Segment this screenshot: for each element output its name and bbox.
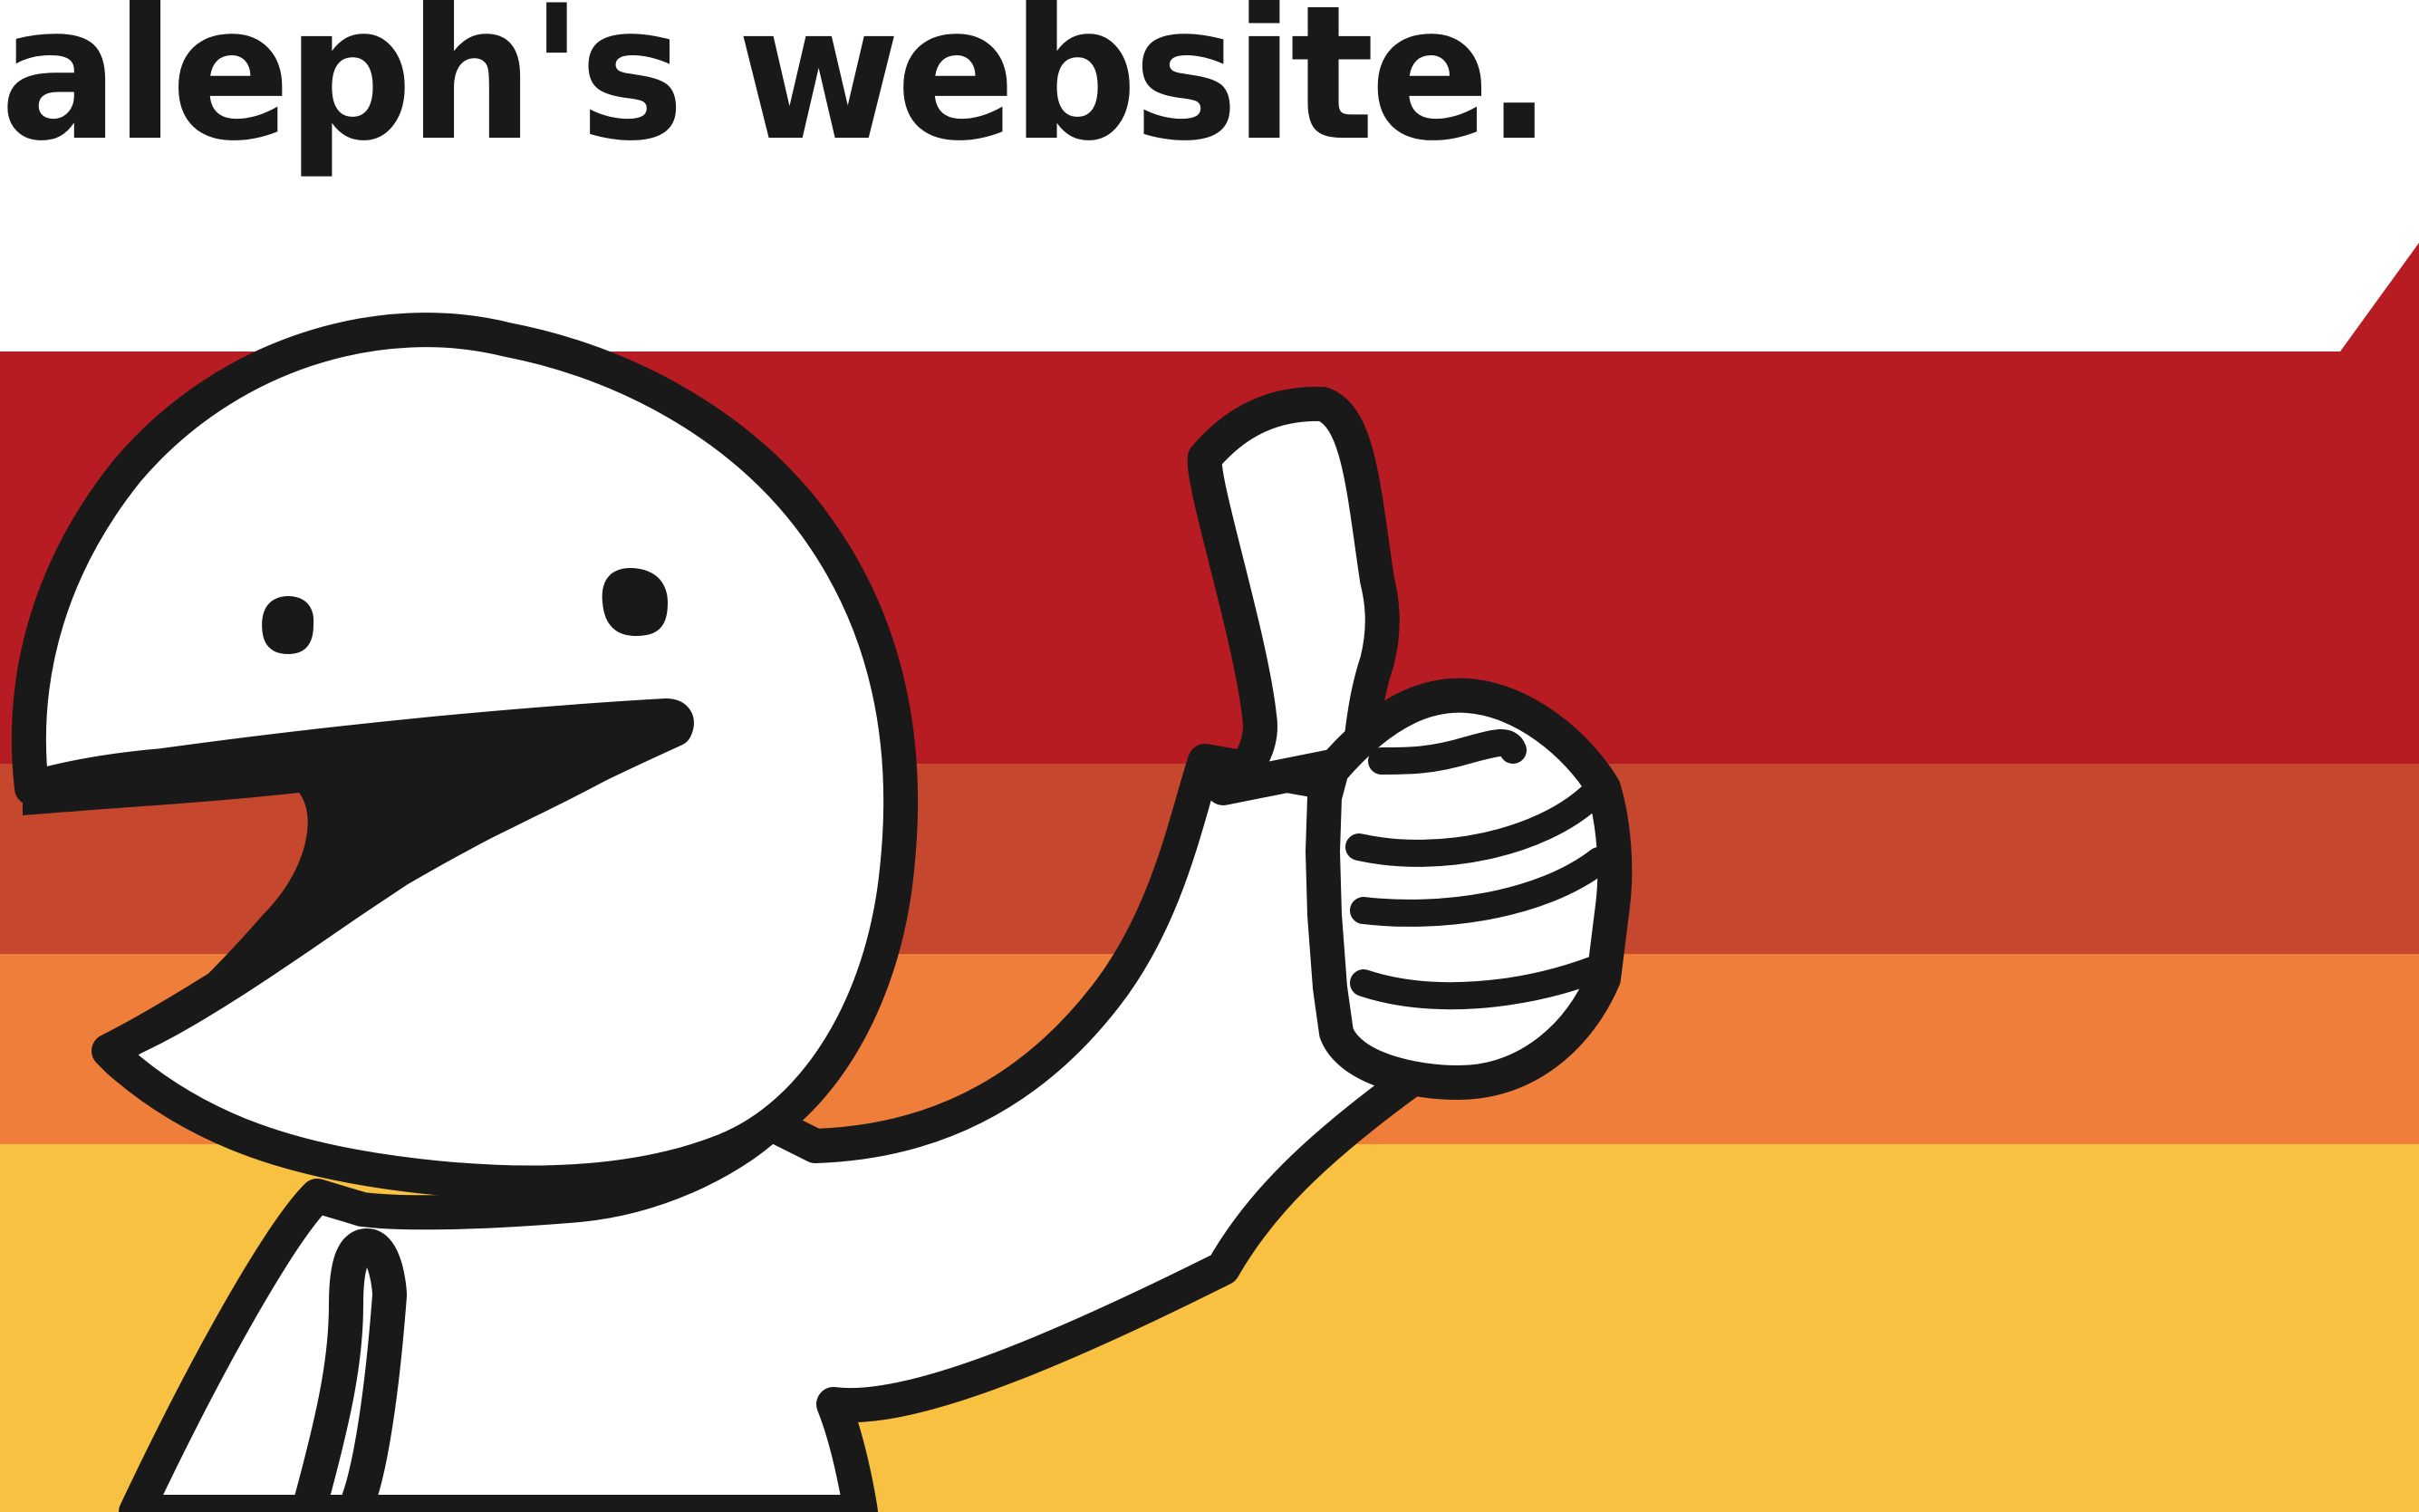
character-eye-left: [262, 596, 314, 654]
banner-illustration: [0, 243, 2419, 1512]
page-title: aleph's website.: [0, 0, 1553, 182]
character-eye-right: [602, 568, 668, 636]
